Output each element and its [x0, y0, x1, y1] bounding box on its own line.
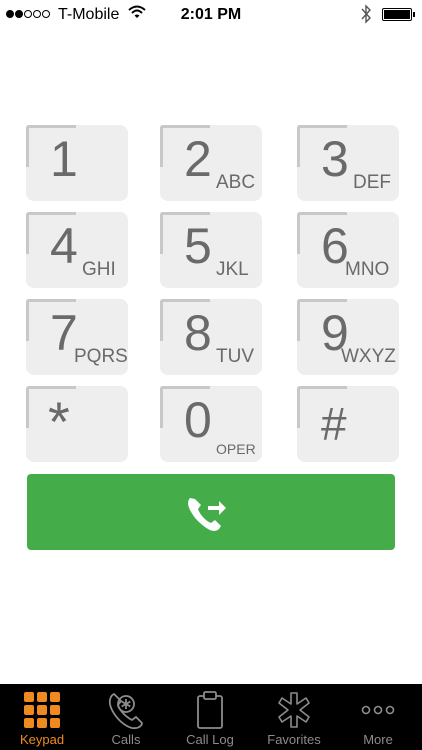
tab-label: Favorites — [267, 732, 321, 747]
key-digit: 2 — [184, 131, 212, 187]
key-8[interactable]: 8 TUV — [160, 299, 262, 375]
key-digit: 0 — [184, 392, 212, 448]
key-digit: 4 — [50, 218, 78, 274]
key-digit: 1 — [50, 131, 78, 187]
tab-favorites[interactable]: Favorites — [252, 684, 336, 750]
key-hash[interactable]: # — [297, 386, 399, 462]
key-digit: 8 — [184, 305, 212, 361]
key-digit: * — [48, 390, 70, 453]
tab-bar: Keypad Calls Call Log Favorites More — [0, 684, 422, 750]
tab-label: Keypad — [19, 732, 65, 747]
key-star[interactable]: * — [26, 386, 128, 462]
clipboard-icon — [197, 691, 223, 729]
key-letters: OPER — [216, 441, 256, 457]
key-letters: TUV — [216, 346, 254, 367]
key-1[interactable]: 1 — [26, 125, 128, 201]
bluetooth-icon — [361, 4, 371, 24]
key-letters: PQRS — [74, 346, 128, 367]
key-3[interactable]: 3 DEF — [297, 125, 399, 201]
tab-call-log[interactable]: Call Log — [168, 684, 252, 750]
key-0[interactable]: 0 OPER — [160, 386, 262, 462]
tab-label: Calls — [111, 732, 141, 747]
key-4[interactable]: 4 GHI — [26, 212, 128, 288]
key-digit: # — [321, 398, 347, 450]
tab-label: More — [363, 732, 393, 747]
more-dots-icon — [361, 705, 395, 715]
key-letters: GHI — [82, 259, 116, 280]
key-digit: 3 — [321, 131, 349, 187]
key-letters: ABC — [216, 172, 256, 193]
key-letters: JKL — [216, 259, 249, 280]
battery-tip — [413, 12, 415, 17]
key-letters: DEF — [353, 172, 391, 193]
tab-more[interactable]: More — [336, 684, 420, 750]
tab-label: Call Log — [186, 732, 234, 747]
key-letters: MNO — [345, 259, 390, 280]
status-bar: T-Mobile 2:01 PM — [0, 0, 422, 30]
call-button[interactable] — [27, 474, 395, 550]
battery-icon — [382, 8, 412, 21]
key-2[interactable]: 2 ABC — [160, 125, 262, 201]
key-digit: 5 — [184, 218, 212, 274]
status-time: 2:01 PM — [180, 6, 242, 23]
phone-forward-icon — [188, 498, 226, 531]
key-7[interactable]: 7 PQRS — [26, 299, 128, 375]
key-letters: WXYZ — [341, 346, 396, 367]
key-6[interactable]: 6 MNO — [297, 212, 399, 288]
phone-asterisk-icon — [108, 692, 143, 730]
tab-keypad[interactable]: Keypad — [0, 684, 84, 750]
keypad-grid-icon — [24, 692, 60, 728]
key-5[interactable]: 5 JKL — [160, 212, 262, 288]
key-9[interactable]: 9 WXYZ — [297, 299, 399, 375]
tab-calls[interactable]: Calls — [84, 684, 168, 750]
asterisk-star-icon — [278, 692, 310, 728]
